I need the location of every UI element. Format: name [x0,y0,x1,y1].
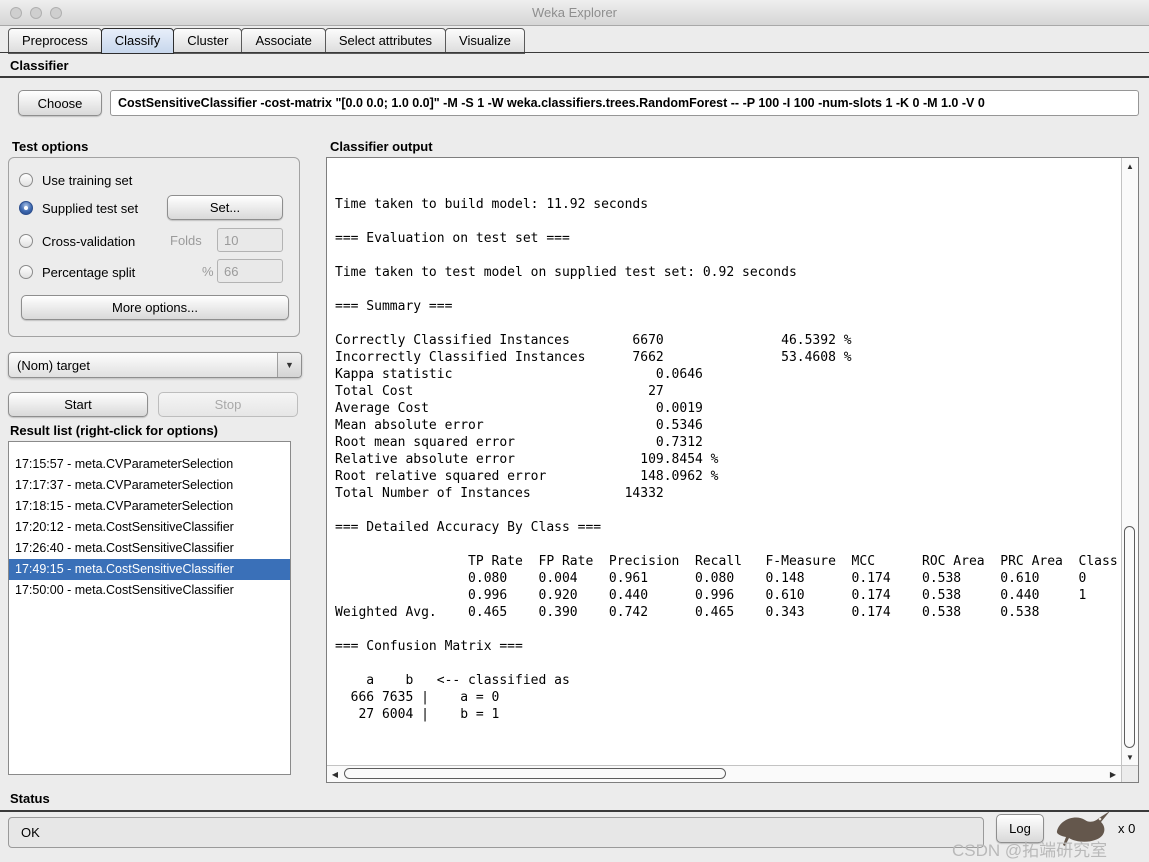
tab-bar: Preprocess Classify Cluster Associate Se… [8,28,525,54]
horizontal-scrollbar[interactable]: ◀ ▶ [327,765,1121,782]
percentage-split-option[interactable]: Percentage split [19,263,135,281]
status-divider [0,810,1149,812]
classifier-section-title: Classifier [10,58,69,73]
result-list-title: Result list (right-click for options) [10,423,219,438]
scroll-down-icon[interactable]: ▼ [1122,749,1138,765]
classifier-divider [0,76,1149,78]
test-options-title: Test options [12,139,89,154]
tab-visualize[interactable]: Visualize [445,28,525,54]
use-training-set-option[interactable]: Use training set [19,171,132,189]
start-button[interactable]: Start [8,392,148,417]
title-bar: Weka Explorer [0,0,1149,26]
choose-classifier-button[interactable]: Choose [18,90,102,116]
cross-validation-radio[interactable] [19,234,33,248]
result-list-item[interactable]: 17:18:15 - meta.CVParameterSelection [9,496,290,517]
classifier-output-area[interactable]: Time taken to build model: 11.92 seconds… [326,157,1139,783]
result-list-item[interactable]: 17:50:00 - meta.CostSensitiveClassifier [9,580,290,601]
weka-run-counter: x 0 [1118,821,1136,836]
status-text: OK [21,825,40,840]
scrollbar-corner [1121,765,1138,782]
percentage-split-label: Percentage split [42,264,136,280]
scroll-up-icon[interactable]: ▲ [1122,158,1138,174]
class-attribute-value: (Nom) target [17,357,90,373]
result-list-item[interactable]: 17:15:57 - meta.CVParameterSelection [9,454,290,475]
scroll-right-icon[interactable]: ▶ [1105,766,1121,782]
supplied-test-set-label: Supplied test set [42,200,139,216]
watermark-text: CSDN @拓端研究室 [952,841,1108,860]
window-title: Weka Explorer [531,5,617,20]
use-training-set-radio[interactable] [19,173,33,187]
tab-cluster[interactable]: Cluster [173,28,243,54]
tab-preprocess[interactable]: Preprocess [8,28,102,54]
supplied-test-set-option[interactable]: Supplied test set [19,199,138,217]
status-bar: OK [8,817,984,848]
percent-label: % [202,264,214,279]
percentage-split-radio[interactable] [19,265,33,279]
vertical-scrollbar-thumb[interactable] [1124,526,1135,748]
tab-select-attributes[interactable]: Select attributes [324,28,447,54]
percentage-split-input: 66 [217,259,283,283]
folds-input: 10 [217,228,283,252]
result-list: 17:15:57 - meta.CVParameterSelection 17:… [8,441,291,775]
test-options-group: Use training set Supplied test set Set..… [8,157,300,337]
horizontal-scrollbar-thumb[interactable] [344,768,726,779]
more-options-button[interactable]: More options... [21,295,289,320]
result-list-item[interactable]: 17:20:12 - meta.CostSensitiveClassifier [9,517,290,538]
cross-validation-label: Cross-validation [42,233,136,249]
result-list-item-selected[interactable]: 17:49:15 - meta.CostSensitiveClassifier [9,559,290,580]
result-list-item[interactable]: 17:17:37 - meta.CVParameterSelection [9,475,290,496]
result-list-item[interactable]: 17:26:40 - meta.CostSensitiveClassifier [9,538,290,559]
tab-classify[interactable]: Classify [100,28,175,54]
scroll-left-icon[interactable]: ◀ [327,766,343,782]
stop-button: Stop [158,392,298,417]
classifier-output-title: Classifier output [330,139,433,154]
classifier-command-field[interactable]: CostSensitiveClassifier -cost-matrix "[0… [110,90,1139,116]
supplied-test-set-radio[interactable] [19,201,33,215]
set-test-set-button[interactable]: Set... [167,195,283,220]
tab-associate[interactable]: Associate [241,28,326,54]
folds-label: Folds [170,233,202,248]
chevron-down-icon[interactable]: ▼ [277,353,301,377]
class-attribute-combobox[interactable]: (Nom) target ▼ [8,352,302,378]
cross-validation-option[interactable]: Cross-validation [19,232,135,250]
classifier-output-text[interactable]: Time taken to build model: 11.92 seconds… [335,196,1119,763]
status-section-title: Status [10,791,50,806]
vertical-scrollbar[interactable]: ▲ ▼ [1121,158,1138,765]
use-training-set-label: Use training set [42,172,133,188]
